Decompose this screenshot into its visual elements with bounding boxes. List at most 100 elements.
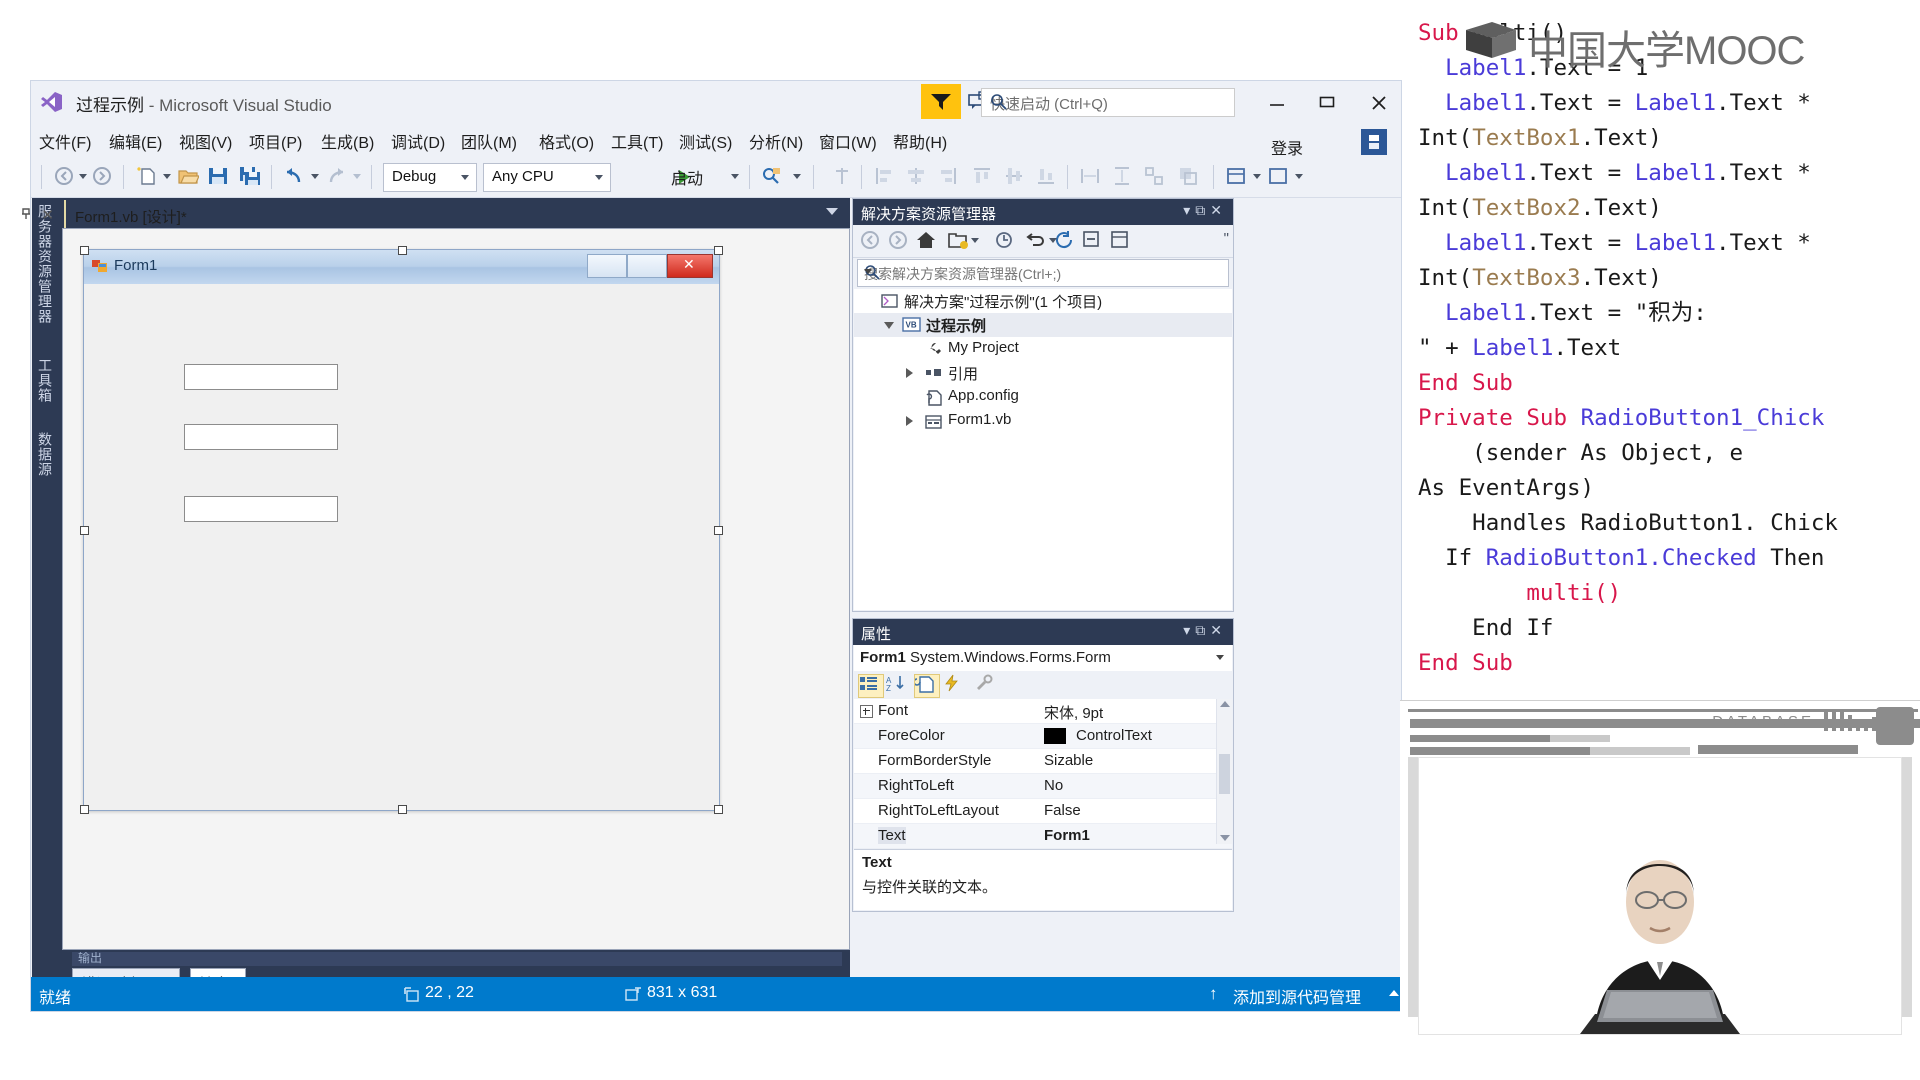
- form-design-surface[interactable]: Form1: [62, 228, 850, 950]
- start-dropdown-icon[interactable]: [731, 174, 739, 179]
- menu-item-8[interactable]: 工具(T): [611, 129, 663, 153]
- property-row-formborderstyle[interactable]: FormBorderStyle Sizable: [854, 749, 1232, 774]
- expand-property-icon[interactable]: [860, 705, 873, 718]
- resize-handle[interactable]: [714, 805, 723, 814]
- feedback-filter-button[interactable]: [921, 84, 961, 119]
- rail-item-1[interactable]: 工具箱: [35, 358, 55, 403]
- solution-explorer-tree[interactable]: 解决方案"过程示例"(1 个项目) VB 过程示例 My Project 引用 App.c…: [854, 289, 1232, 610]
- menu-item-2[interactable]: 视图(V): [179, 129, 232, 153]
- resize-handle[interactable]: [80, 246, 89, 255]
- categorized-icon[interactable]: [858, 674, 884, 698]
- solution-explorer-search-input[interactable]: 搜索解决方案资源管理器(Ctrl+;): [857, 259, 1229, 287]
- menu-item-3[interactable]: 项目(P): [249, 129, 302, 153]
- property-row-righttoleftlayout[interactable]: RightToLeftLayout False: [854, 799, 1232, 824]
- property-row-forecolor[interactable]: ForeColor ControlText: [854, 724, 1232, 749]
- toolbar-options-dropdown-icon[interactable]: [1295, 174, 1303, 179]
- property-value[interactable]: ControlText: [1076, 727, 1152, 744]
- tab-order-dropdown-icon[interactable]: [1253, 174, 1261, 179]
- navigate-back-icon[interactable]: [53, 165, 77, 189]
- open-file-icon[interactable]: [177, 165, 201, 189]
- menu-item-10[interactable]: 分析(N): [749, 129, 803, 153]
- new-item-dropdown-icon[interactable]: [163, 174, 171, 179]
- search-options-dropdown-icon[interactable]: [864, 269, 872, 274]
- resize-handle[interactable]: [714, 526, 723, 535]
- resize-handle[interactable]: [714, 246, 723, 255]
- status-source-control[interactable]: 添加到源代码管理: [1233, 984, 1361, 1008]
- scroll-down-icon[interactable]: [1220, 835, 1230, 841]
- properties-scrollbar[interactable]: [1216, 699, 1232, 844]
- menu-item-1[interactable]: 编辑(E): [109, 129, 162, 153]
- solution-tree-item-1[interactable]: VB 过程示例: [854, 313, 1232, 337]
- new-item-icon[interactable]: [135, 165, 159, 189]
- window-minimize-button[interactable]: [1256, 89, 1298, 115]
- resize-handle[interactable]: [397, 246, 407, 255]
- property-row-font[interactable]: Font 宋体, 9pt: [854, 699, 1232, 724]
- solution-platform-select[interactable]: Any CPU: [483, 163, 611, 192]
- solution-tree-item-5[interactable]: Form1.vb: [854, 409, 1232, 433]
- forward-icon[interactable]: [887, 229, 911, 253]
- solution-tree-item-3[interactable]: 引用: [854, 361, 1232, 385]
- pending-changes-icon[interactable]: [993, 229, 1017, 253]
- menu-item-7[interactable]: 格式(O): [539, 129, 594, 153]
- property-value[interactable]: Sizable: [1044, 752, 1093, 769]
- scrollbar-thumb[interactable]: [1219, 754, 1230, 794]
- find-icon[interactable]: [761, 165, 785, 189]
- solution-explorer-window-actions[interactable]: ▾⧉✕: [1183, 202, 1227, 219]
- form1-designer-preview[interactable]: Form1: [80, 246, 723, 814]
- menu-item-12[interactable]: 帮助(H): [893, 129, 947, 153]
- properties-icon[interactable]: [913, 674, 940, 698]
- property-row-text[interactable]: Text Form1: [854, 824, 1232, 849]
- tab-form1-designer[interactable]: Form1.vb [设计]* ✕: [22, 200, 187, 229]
- navigate-forward-icon[interactable]: [91, 165, 115, 189]
- properties-grid[interactable]: Font 宋体, 9pt ForeColor ControlText FormBorde…: [854, 699, 1232, 849]
- pending-changes-dropdown-icon[interactable]: [1049, 238, 1057, 243]
- property-pages-icon[interactable]: [974, 674, 998, 696]
- save-icon[interactable]: [207, 165, 231, 189]
- form-client-area[interactable]: [84, 284, 719, 810]
- close-tab-icon[interactable]: ✕: [41, 206, 54, 224]
- menu-item-4[interactable]: 生成(B): [321, 129, 374, 153]
- menu-item-6[interactable]: 团队(M): [461, 129, 517, 153]
- properties-object-select[interactable]: Form1 System.Windows.Forms.Form: [854, 645, 1232, 672]
- resize-handle[interactable]: [80, 526, 89, 535]
- undo-dropdown-icon[interactable]: [311, 174, 319, 179]
- chevron-right-icon[interactable]: [906, 368, 913, 378]
- solution-tree-item-4[interactable]: App.config: [854, 385, 1232, 409]
- designer-textbox-3[interactable]: [184, 496, 338, 522]
- pin-tab-icon[interactable]: [19, 207, 33, 226]
- collapse-all-icon[interactable]: [1081, 229, 1105, 253]
- property-value[interactable]: No: [1044, 777, 1063, 794]
- window-maximize-button[interactable]: [1306, 89, 1348, 115]
- designer-textbox-2[interactable]: [184, 424, 338, 450]
- property-row-righttoleft[interactable]: RightToLeft No: [854, 774, 1232, 799]
- start-debug-button[interactable]: 启动: [671, 165, 703, 189]
- window-close-button[interactable]: [1358, 89, 1400, 115]
- menu-item-5[interactable]: 调试(D): [391, 129, 445, 153]
- properties-icon[interactable]: [1109, 229, 1133, 253]
- property-value[interactable]: Form1: [1044, 827, 1090, 844]
- resize-handle[interactable]: [397, 805, 407, 814]
- toolbar-options-icon[interactable]: [1267, 165, 1291, 189]
- rail-item-2[interactable]: 数据源: [35, 432, 55, 477]
- sync-icon[interactable]: [1025, 229, 1049, 253]
- menu-item-0[interactable]: 文件(F): [39, 129, 91, 153]
- alphabetical-icon[interactable]: AZ: [886, 674, 910, 696]
- chevron-right-icon[interactable]: [906, 416, 913, 426]
- redo-icon[interactable]: [325, 165, 349, 189]
- events-icon[interactable]: [942, 674, 966, 696]
- resize-handle[interactable]: [80, 805, 89, 814]
- property-value[interactable]: 宋体, 9pt: [1044, 702, 1103, 723]
- property-value[interactable]: False: [1044, 802, 1081, 819]
- collapsed-output-sliver[interactable]: 输出: [72, 952, 842, 966]
- chevron-up-icon[interactable]: [1389, 990, 1399, 996]
- properties-window-actions[interactable]: ▾⧉✕: [1183, 622, 1227, 639]
- scroll-up-icon[interactable]: [1220, 701, 1230, 707]
- back-icon[interactable]: [859, 229, 883, 253]
- undo-icon[interactable]: [283, 165, 307, 189]
- redo-dropdown-icon[interactable]: [353, 174, 361, 179]
- home-icon[interactable]: [915, 229, 939, 253]
- toolbar-overflow-icon[interactable]: [793, 174, 801, 179]
- new-folder-icon[interactable]: [947, 229, 971, 253]
- solution-configuration-select[interactable]: Debug: [383, 163, 477, 192]
- menu-item-11[interactable]: 窗口(W): [819, 129, 877, 153]
